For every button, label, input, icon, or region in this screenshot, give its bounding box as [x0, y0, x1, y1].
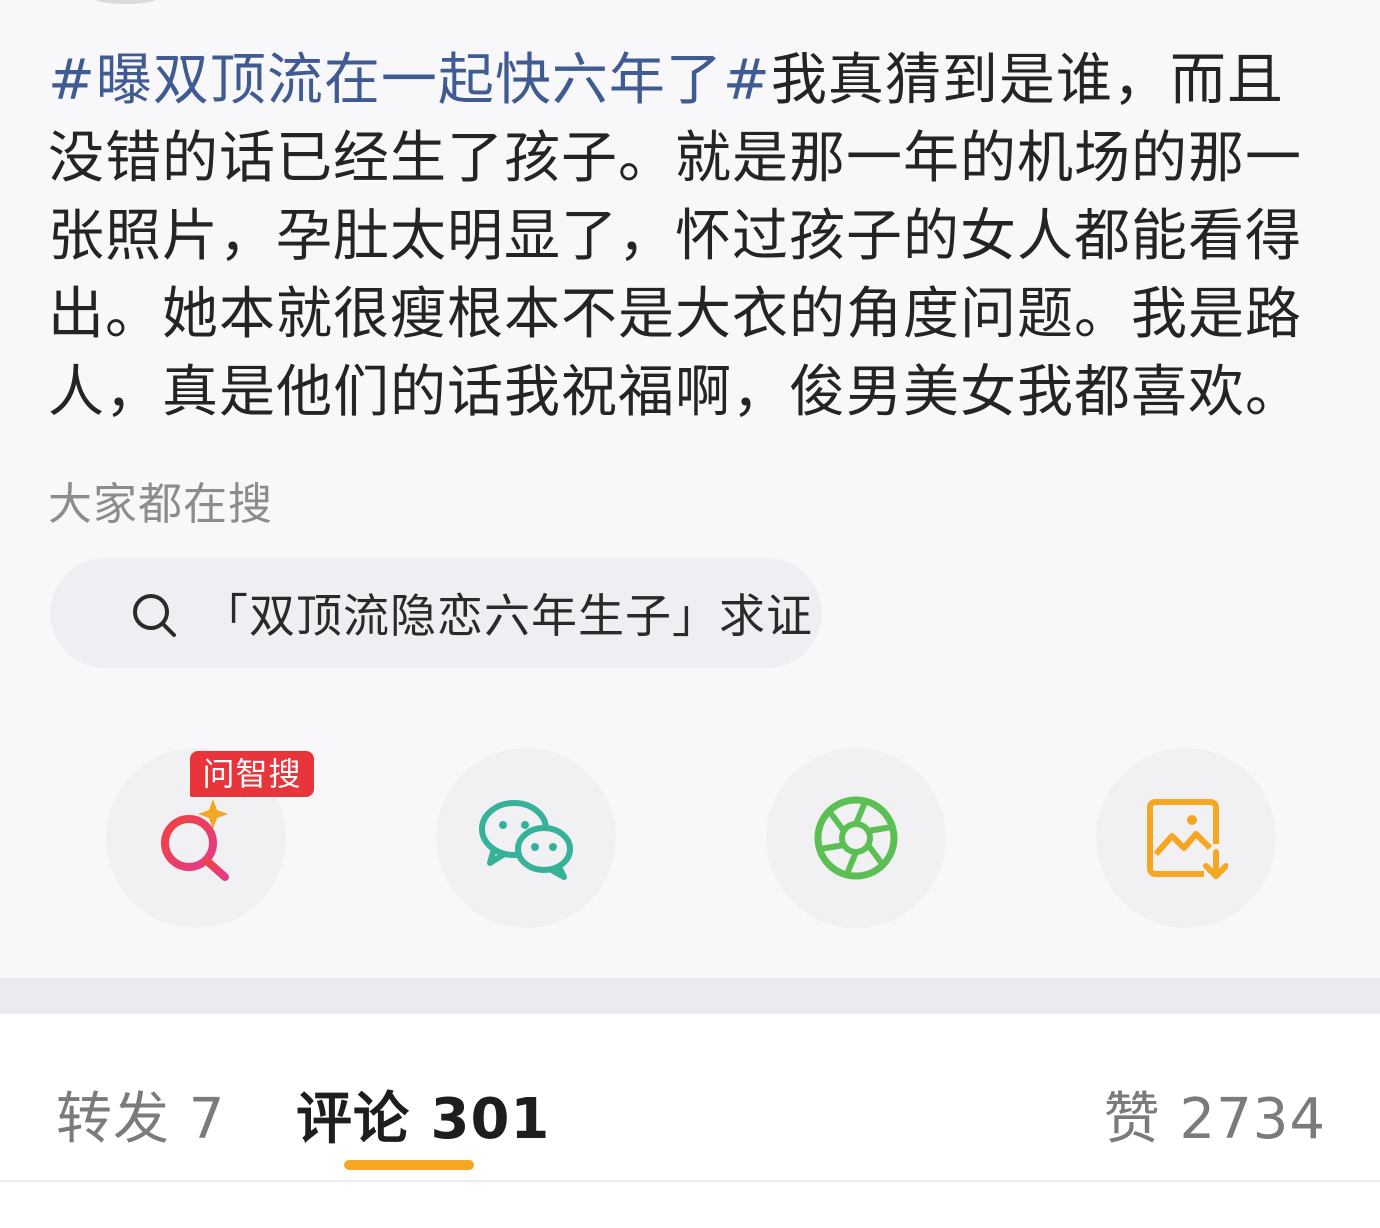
search-icon	[133, 594, 176, 637]
tab-comment[interactable]: 评论 301	[296, 1074, 550, 1155]
interaction-tabs: 转发 7 评论 301 赞 2734	[0, 1014, 1380, 1228]
avatar-edge	[96, 0, 156, 4]
save-image-button[interactable]	[1096, 748, 1276, 928]
moments-icon	[814, 796, 898, 880]
post-text: #曝双顶流在一起快六年了#我真猜到是谁，而且没错的话已经生了孩子。就是那一年的机…	[48, 42, 1338, 432]
tabs-bottom-border	[0, 1180, 1380, 1182]
tab-like[interactable]: 赞 2734	[1104, 1074, 1326, 1155]
tab-repost[interactable]: 转发 7	[56, 1074, 225, 1155]
ai-search-icon	[161, 799, 229, 881]
save-image-icon	[1147, 799, 1228, 879]
trending-search-header: 大家都在搜	[48, 479, 273, 530]
wechat-share-button[interactable]	[436, 748, 616, 928]
active-tab-indicator	[344, 1160, 474, 1170]
wechat-icon	[479, 800, 573, 880]
ai-search-badge: 问智搜	[190, 751, 314, 797]
section-divider	[0, 978, 1380, 1014]
moments-share-button[interactable]	[766, 748, 946, 928]
search-suggestion-chip[interactable]: 「双顶流隐恋六年生子」求证	[50, 558, 822, 668]
hashtag-link[interactable]: #曝双顶流在一起快六年了#	[48, 48, 771, 113]
search-suggestion-label: 「双顶流隐恋六年生子」求证	[202, 589, 813, 643]
